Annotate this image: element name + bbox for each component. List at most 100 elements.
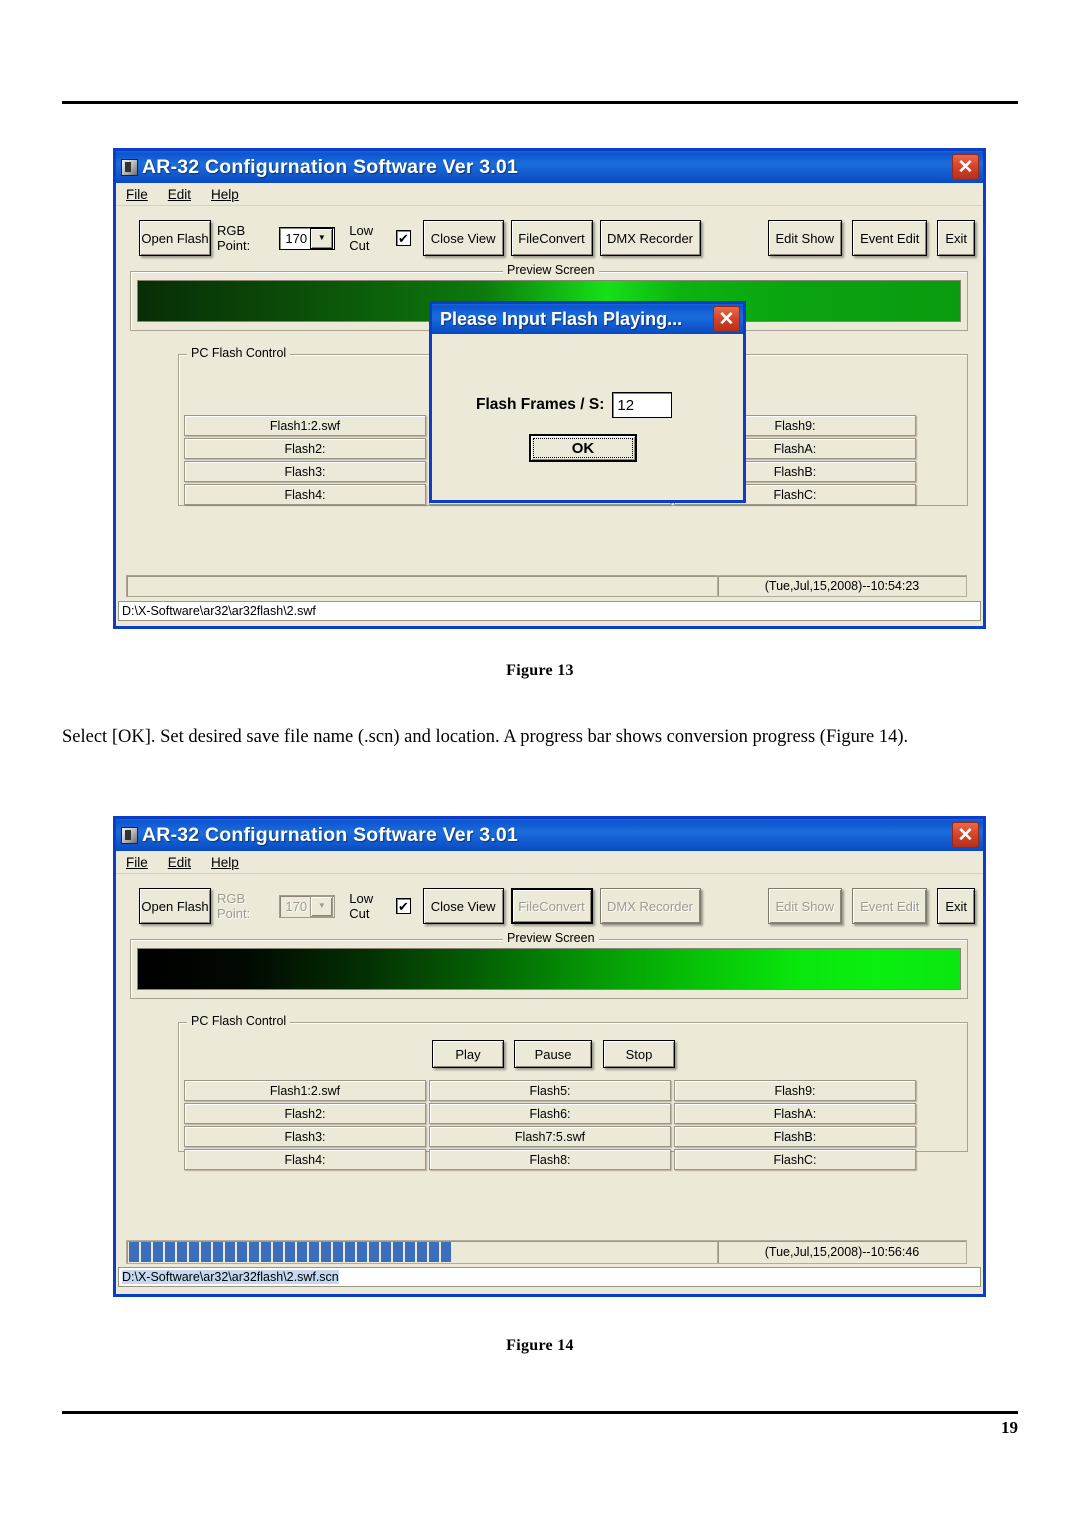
edit-show-button: Edit Show <box>767 888 843 924</box>
status-progress-area <box>126 575 718 597</box>
progress-block <box>153 1242 163 1262</box>
flash-button[interactable]: Flash4: <box>184 1149 426 1170</box>
progress-block <box>213 1242 223 1262</box>
flash-frames-input[interactable]: 12 <box>612 392 673 418</box>
menu-bar: File Edit Help <box>116 851 983 874</box>
stop-button[interactable]: Stop <box>603 1040 675 1068</box>
flash-button[interactable]: Flash2: <box>184 438 426 459</box>
status-path-text: D:\X-Software\ar32\ar32flash\2.swf <box>122 604 316 618</box>
progress-block <box>381 1242 391 1262</box>
progress-block <box>273 1242 283 1262</box>
flash-button[interactable]: Flash2: <box>184 1103 426 1124</box>
progress-block <box>369 1242 379 1262</box>
flash-frames-label: Flash Frames / S: <box>476 396 605 413</box>
open-flash-button[interactable]: Open Flash <box>139 888 211 924</box>
flash-playing-dialog: Please Input Flash Playing... ✕ Flash Fr… <box>429 301 746 503</box>
menu-edit[interactable]: Edit <box>168 855 191 870</box>
menu-edit[interactable]: Edit <box>168 187 191 202</box>
dialog-title-bar: Please Input Flash Playing... ✕ <box>432 304 743 334</box>
menu-file-label: File <box>126 854 148 870</box>
status-timestamp: (Tue,Jul,15,2008)--10:56:46 <box>717 1240 967 1264</box>
pc-flash-control-label: PC Flash Control <box>187 346 291 360</box>
dialog-close-icon[interactable]: ✕ <box>713 306 740 332</box>
app-window-figure13: AR-32 Configurnation Software Ver 3.01 ✕… <box>113 148 986 629</box>
toolbar: Open Flash RGB Point: 170 ▼ Low Cut ✔ Cl… <box>116 206 983 264</box>
title-bar: AR-32 Configurnation Software Ver 3.01 ✕ <box>116 819 983 851</box>
progress-block <box>285 1242 295 1262</box>
figure13-caption: Figure 13 <box>506 662 574 679</box>
low-cut-checkbox[interactable]: ✔ <box>396 898 411 914</box>
preview-screen-group: Preview Screen <box>130 931 968 999</box>
edit-show-button[interactable]: Edit Show <box>767 220 843 256</box>
progress-block <box>309 1242 319 1262</box>
play-button[interactable]: Play <box>432 1040 504 1068</box>
dialog-body: Flash Frames / S: 12 OK <box>432 334 743 500</box>
exit-button[interactable]: Exit <box>937 888 975 924</box>
app-window-figure14: AR-32 Configurnation Software Ver 3.01 ✕… <box>113 816 986 1297</box>
progress-block <box>417 1242 427 1262</box>
close-icon[interactable]: ✕ <box>952 822 979 848</box>
low-cut-label: Low Cut <box>349 223 374 253</box>
menu-help[interactable]: Help <box>211 187 239 202</box>
menu-file[interactable]: File <box>126 187 148 202</box>
menu-help-label: Help <box>211 854 239 870</box>
dmx-recorder-button: DMX Recorder <box>599 888 701 924</box>
flash-button[interactable]: Flash3: <box>184 1126 426 1147</box>
close-view-button[interactable]: Close View <box>422 888 504 924</box>
flash-button[interactable]: FlashA: <box>674 1103 916 1124</box>
file-convert-button[interactable]: FileConvert <box>510 220 593 256</box>
status-timestamp: (Tue,Jul,15,2008)--10:54:23 <box>717 575 967 597</box>
flash-button[interactable]: Flash8: <box>429 1149 671 1170</box>
flash-button[interactable]: Flash7:5.swf <box>429 1126 671 1147</box>
progress-block <box>321 1242 331 1262</box>
flash-button[interactable]: Flash5: <box>429 1080 671 1101</box>
progress-block <box>141 1242 151 1262</box>
status-path: D:\X-Software\ar32\ar32flash\2.swf.scn <box>118 1267 981 1287</box>
flash-button[interactable]: Flash3: <box>184 461 426 482</box>
close-icon[interactable]: ✕ <box>952 154 979 180</box>
flash-button[interactable]: Flash6: <box>429 1103 671 1124</box>
title-bar: AR-32 Configurnation Software Ver 3.01 ✕ <box>116 151 983 183</box>
menu-help[interactable]: Help <box>211 855 239 870</box>
progress-block <box>405 1242 415 1262</box>
page-number: 19 <box>1001 1418 1018 1437</box>
file-convert-button: FileConvert <box>510 888 593 924</box>
flash-button[interactable]: FlashB: <box>674 1126 916 1147</box>
event-edit-button: Event Edit <box>852 888 928 924</box>
flash-button[interactable]: Flash9: <box>674 1080 916 1101</box>
event-edit-button[interactable]: Event Edit <box>852 220 928 256</box>
open-flash-button[interactable]: Open Flash <box>139 220 211 256</box>
status-path: D:\X-Software\ar32\ar32flash\2.swf <box>118 601 981 621</box>
progress-block <box>333 1242 343 1262</box>
low-cut-checkbox[interactable]: ✔ <box>396 230 411 246</box>
rgb-point-combo[interactable]: 170 ▼ <box>279 226 336 250</box>
ok-button[interactable]: OK <box>529 434 637 462</box>
chevron-down-icon[interactable]: ▼ <box>310 227 334 249</box>
conversion-progress-bar <box>126 1240 718 1264</box>
flash-button[interactable]: Flash1:2.swf <box>184 415 426 436</box>
close-view-button[interactable]: Close View <box>422 220 504 256</box>
flash-button[interactable]: Flash4: <box>184 484 426 505</box>
menu-bar: File Edit Help <box>116 183 983 206</box>
preview-screen-label: Preview Screen <box>503 931 599 945</box>
rgb-point-label: RGB Point: <box>217 891 251 921</box>
app-icon <box>121 826 138 844</box>
toolbar: Open Flash RGB Point: 170 ▼ Low Cut ✔ Cl… <box>116 874 983 932</box>
progress-block <box>177 1242 187 1262</box>
progress-block <box>429 1242 439 1262</box>
menu-edit-label: Edit <box>167 854 192 870</box>
ok-button-label: OK <box>571 439 595 457</box>
rgb-point-value: 170 <box>285 230 308 246</box>
pause-button[interactable]: Pause <box>514 1040 592 1068</box>
exit-button[interactable]: Exit <box>937 220 975 256</box>
progress-block <box>165 1242 175 1262</box>
progress-block <box>201 1242 211 1262</box>
flash-button[interactable]: Flash1:2.swf <box>184 1080 426 1101</box>
window-title: AR-32 Configurnation Software Ver 3.01 <box>142 823 519 846</box>
window-title: AR-32 Configurnation Software Ver 3.01 <box>142 155 519 178</box>
dmx-recorder-button[interactable]: DMX Recorder <box>599 220 701 256</box>
rgb-point-label: RGB Point: <box>217 223 251 253</box>
flash-button[interactable]: FlashC: <box>674 1149 916 1170</box>
progress-block <box>345 1242 355 1262</box>
menu-file[interactable]: File <box>126 855 148 870</box>
